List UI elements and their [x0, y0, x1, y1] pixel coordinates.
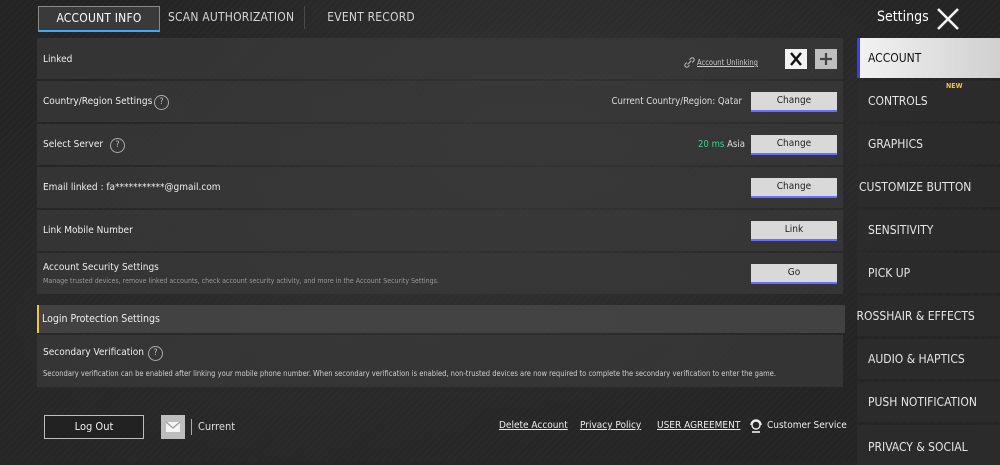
settings-title: Settings: [877, 9, 929, 25]
server-region: Asia: [727, 139, 745, 150]
link-mobile-button[interactable]: Link: [751, 221, 837, 241]
mail-icon: [165, 421, 181, 432]
delete-account-link[interactable]: Delete Account: [499, 420, 568, 431]
user-agreement-link[interactable]: USER AGREEMENT: [657, 420, 740, 431]
sidebar-item-audio-haptics[interactable]: AUDIO & HAPTICS: [857, 339, 1000, 379]
account-security-go-button[interactable]: Go: [751, 264, 837, 284]
sidebar-item-customize-button[interactable]: CUSTOMIZE BUTTON: [857, 167, 1000, 207]
log-out-button[interactable]: Log Out: [44, 415, 144, 439]
account-security-row: Account Security Settings Manage trusted…: [37, 253, 843, 294]
linked-label: Linked: [43, 54, 73, 65]
email-row: Email linked : fa***********@gmail.com C…: [37, 167, 843, 208]
country-region-label: Country/Region Settings: [43, 96, 153, 107]
customer-service-link[interactable]: Customer Service: [767, 420, 847, 431]
close-button[interactable]: [934, 6, 962, 32]
server-ping: 20 ms: [697, 139, 725, 150]
sidebar-item-label: PRIVACY & SOCIAL: [868, 440, 968, 454]
country-region-row: Country/Region Settings ? Current Countr…: [37, 81, 843, 122]
sidebar-item-graphics[interactable]: GRAPHICS: [857, 124, 1000, 164]
privacy-policy-link[interactable]: Privacy Policy: [580, 420, 641, 431]
mobile-row: Link Mobile Number Link: [37, 210, 843, 251]
sidebar-item-privacy-social[interactable]: PRIVACY & SOCIAL: [857, 425, 1000, 465]
select-server-row: Select Server ? 20 ms Asia Change: [37, 124, 843, 165]
account-unlinking-link[interactable]: Account Unlinking: [697, 58, 758, 67]
account-security-description: Manage trusted devices, remove linked ac…: [43, 277, 439, 285]
top-tabs: ACCOUNT INFO SCAN AUTHORIZATION EVENT RE…: [38, 6, 427, 32]
account-security-label: Account Security Settings: [43, 262, 159, 273]
change-country-button[interactable]: Change: [751, 92, 837, 112]
x-logo-icon: [790, 52, 802, 66]
tab-scan-authorization[interactable]: SCAN AUTHORIZATION: [160, 6, 306, 29]
new-badge: NEW: [946, 82, 963, 90]
sidebar-item-account[interactable]: ACCOUNT: [857, 38, 1000, 78]
secondary-verification-row: Secondary Verification ? Secondary verif…: [37, 335, 843, 387]
sidebar-item-crosshair-effects[interactable]: CROSSHAIR & EFFECTS: [857, 296, 1000, 336]
select-server-label: Select Server: [43, 139, 104, 150]
sidebar-item-push-notification[interactable]: PUSH NOTIFICATION: [857, 382, 1000, 422]
help-icon[interactable]: ?: [148, 346, 163, 361]
email-linked-label: Email linked : fa***********@gmail.com: [43, 182, 221, 193]
close-icon: [937, 8, 959, 30]
secondary-verification-description: Secondary verification can be enabled af…: [43, 369, 776, 378]
plus-icon: [820, 53, 832, 65]
login-protection-label: Login Protection Settings: [42, 313, 160, 325]
add-link-button[interactable]: [815, 49, 837, 69]
customer-service-icon[interactable]: [748, 418, 764, 434]
mail-button[interactable]: [161, 415, 185, 439]
sidebar-item-pick-up[interactable]: PICK UP: [857, 253, 1000, 293]
tab-event-record[interactable]: EVENT RECORD: [305, 6, 427, 29]
link-mobile-label: Link Mobile Number: [43, 225, 133, 236]
current-label: Current: [198, 420, 236, 433]
secondary-verification-label: Secondary Verification: [43, 347, 144, 358]
help-icon[interactable]: ?: [110, 138, 125, 153]
tab-account-info[interactable]: ACCOUNT INFO: [38, 6, 160, 32]
sidebar-item-controls[interactable]: CONTROLS: [857, 81, 1000, 121]
divider: [191, 419, 192, 435]
help-icon[interactable]: ?: [154, 95, 169, 110]
change-server-button[interactable]: Change: [751, 135, 837, 155]
server-status: 20 ms Asia: [637, 139, 745, 150]
linked-row: Linked Account Unlinking: [37, 38, 843, 79]
link-icon: [684, 57, 695, 68]
sidebar-item-sensitivity[interactable]: SENSITIVITY: [857, 210, 1000, 250]
x-account-button[interactable]: [785, 49, 807, 69]
login-protection-header: Login Protection Settings: [37, 305, 845, 333]
change-email-button[interactable]: Change: [751, 178, 837, 198]
current-country-text: Current Country/Region: Qatar: [611, 96, 742, 107]
